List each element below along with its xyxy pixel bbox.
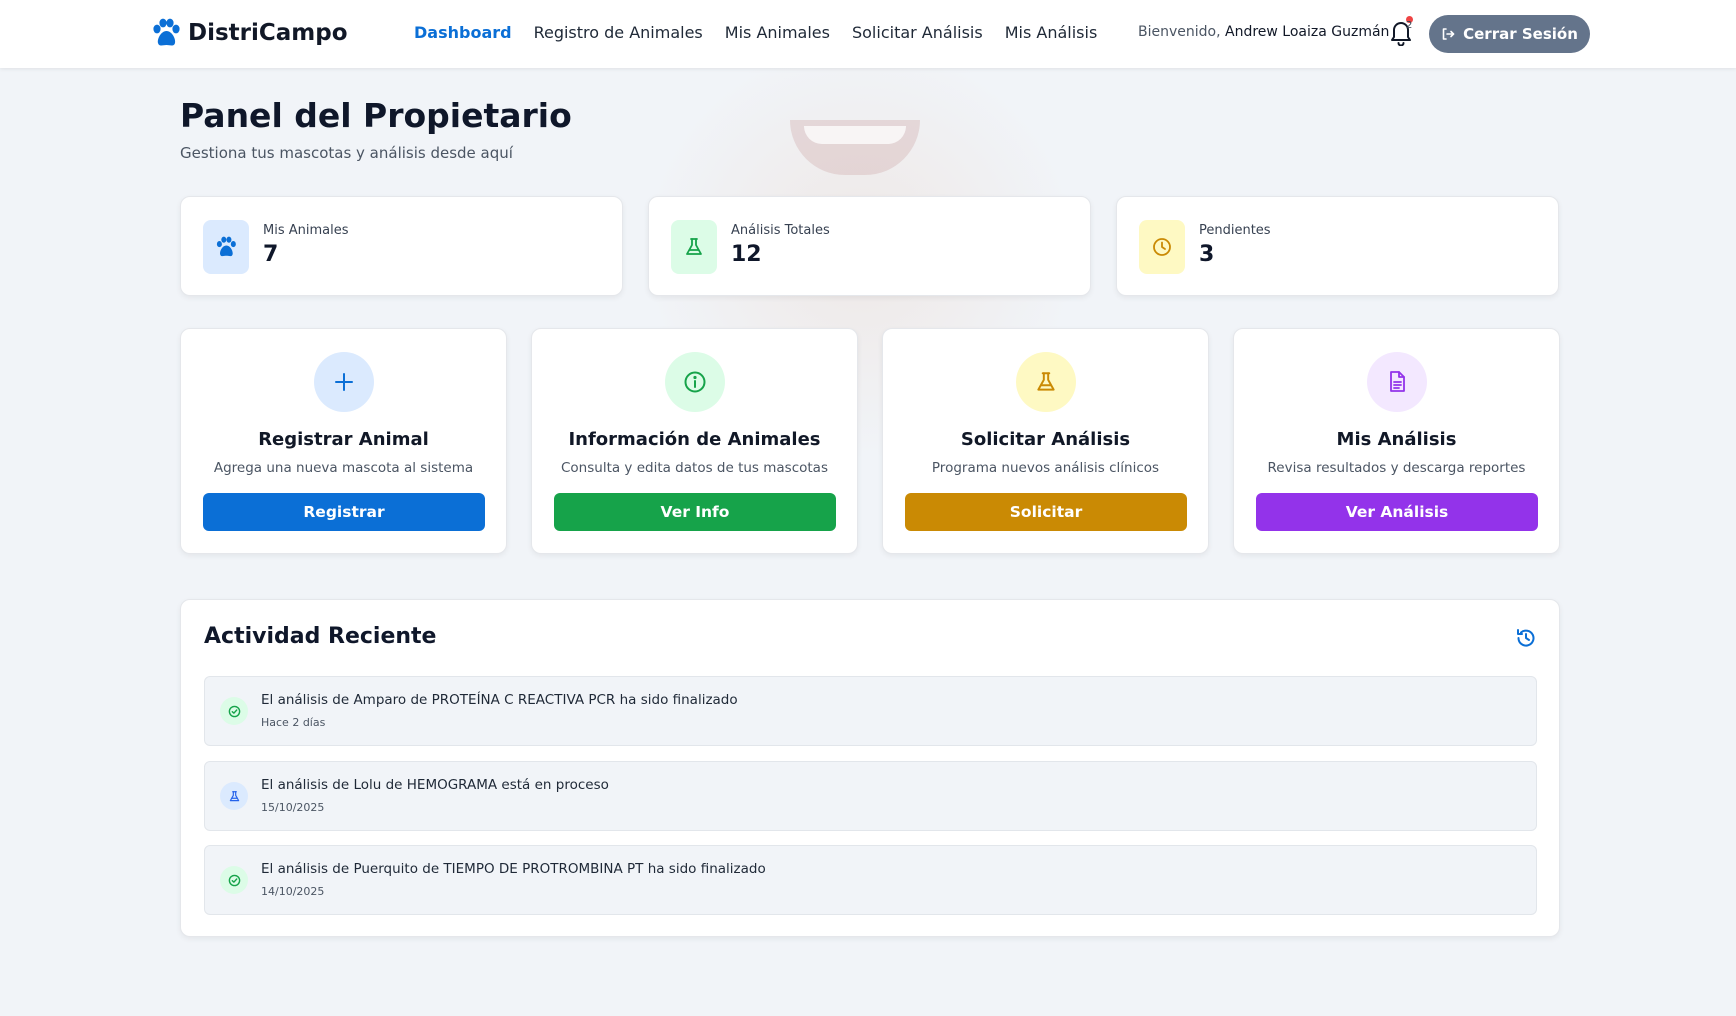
page-subtitle: Gestiona tus mascotas y análisis desde a… — [180, 144, 513, 162]
logout-icon — [1442, 28, 1455, 40]
stat-label: Análisis Totales — [731, 223, 830, 238]
check-circle-icon — [228, 874, 240, 886]
action-title: Información de Animales — [568, 429, 821, 450]
activity-text: El análisis de Lolu de HEMOGRAMA está en… — [261, 777, 609, 793]
action-card-registrar-animal: Registrar Animal Agrega una nueva mascot… — [180, 328, 507, 554]
stat-icon-box — [203, 220, 249, 274]
registrar-button[interactable]: Registrar — [203, 493, 485, 531]
activity-icon-circle — [220, 866, 248, 894]
action-icon-circle — [1367, 352, 1427, 412]
action-icon-circle — [1016, 352, 1076, 412]
action-description: Consulta y edita datos de tus mascotas — [560, 460, 828, 476]
activity-icon-circle — [220, 697, 248, 725]
notification-count: 2 — [1406, 20, 1413, 31]
action-description: Programa nuevos análisis clínicos — [931, 460, 1160, 476]
main-nav: Dashboard Registro de Animales Mis Anima… — [414, 23, 1119, 42]
stat-icon-box — [1139, 220, 1185, 274]
action-title: Registrar Animal — [258, 429, 429, 450]
nav-registro-animales[interactable]: Registro de Animales — [534, 23, 703, 42]
stat-label: Pendientes — [1199, 223, 1271, 238]
history-icon[interactable] — [1515, 627, 1537, 649]
activity-time: Hace 2 días — [261, 716, 326, 729]
flask-icon — [1037, 372, 1055, 391]
action-card-solicitar-analisis: Solicitar Análisis Programa nuevos análi… — [882, 328, 1209, 554]
action-card-informacion-animales: Información de Animales Consulta y edita… — [531, 328, 858, 554]
activity-item[interactable]: El análisis de Puerquito de TIEMPO DE PR… — [204, 845, 1537, 915]
logout-label: Cerrar Sesión — [1463, 25, 1578, 43]
page-title: Panel del Propietario — [180, 96, 572, 135]
stat-value: 7 — [263, 242, 279, 267]
action-icon-circle — [665, 352, 725, 412]
nav-mis-animales[interactable]: Mis Animales — [725, 23, 830, 42]
solicitar-button[interactable]: Solicitar — [905, 493, 1187, 531]
ver-analisis-button[interactable]: Ver Análisis — [1256, 493, 1538, 531]
paw-icon — [216, 236, 236, 257]
activity-title: Actividad Reciente — [204, 624, 437, 649]
welcome-prefix: Bienvenido, — [1138, 24, 1221, 40]
recent-activity-panel: Actividad Reciente El análisis de Amparo… — [180, 599, 1560, 937]
nav-mis-analisis[interactable]: Mis Análisis — [1005, 23, 1098, 42]
welcome-text: Bienvenido, Andrew Loaiza Guzmán — [1138, 24, 1389, 40]
activity-text: El análisis de Amparo de PROTEÍNA C REAC… — [261, 692, 738, 708]
action-card-mis-analisis: Mis Análisis Revisa resultados y descarg… — [1233, 328, 1560, 554]
activity-time: 15/10/2025 — [261, 801, 325, 814]
activity-time: 14/10/2025 — [261, 885, 325, 898]
action-description: Revisa resultados y descarga reportes — [1267, 460, 1526, 476]
action-description: Agrega una nueva mascota al sistema — [213, 460, 474, 476]
activity-icon-circle — [220, 782, 248, 810]
clock-icon — [1153, 238, 1171, 256]
stat-icon-box — [671, 220, 717, 274]
activity-item[interactable]: El análisis de Lolu de HEMOGRAMA está en… — [204, 761, 1537, 831]
action-title: Solicitar Análisis — [960, 429, 1131, 450]
brand-name: DistriCampo — [188, 20, 348, 46]
logout-button[interactable]: Cerrar Sesión — [1429, 15, 1590, 53]
flask-icon — [229, 790, 239, 801]
stat-card-mis-animales: Mis Animales 7 — [180, 196, 623, 296]
ver-info-button[interactable]: Ver Info — [554, 493, 836, 531]
stat-card-pendientes: Pendientes 3 — [1116, 196, 1559, 296]
brand[interactable]: DistriCampo — [152, 18, 348, 48]
stat-card-analisis-totales: Análisis Totales 12 — [648, 196, 1091, 296]
check-circle-icon — [228, 705, 240, 717]
activity-text: El análisis de Puerquito de TIEMPO DE PR… — [261, 861, 766, 877]
stat-value: 3 — [1199, 242, 1215, 267]
document-icon — [1390, 371, 1405, 392]
paw-icon — [153, 18, 180, 46]
flask-icon — [686, 238, 702, 255]
activity-item[interactable]: El análisis de Amparo de PROTEÍNA C REAC… — [204, 676, 1537, 746]
info-icon — [684, 371, 706, 393]
nav-solicitar-analisis[interactable]: Solicitar Análisis — [852, 23, 983, 42]
top-navbar: DistriCampo Dashboard Registro de Animal… — [0, 0, 1736, 68]
action-icon-circle — [314, 352, 374, 412]
nav-dashboard[interactable]: Dashboard — [414, 23, 512, 42]
action-title: Mis Análisis — [1336, 429, 1457, 450]
stat-value: 12 — [731, 242, 762, 267]
user-name: Andrew Loaiza Guzmán — [1225, 24, 1390, 40]
plus-icon — [335, 373, 353, 391]
background-smile — [790, 120, 920, 175]
stat-label: Mis Animales — [263, 223, 349, 238]
